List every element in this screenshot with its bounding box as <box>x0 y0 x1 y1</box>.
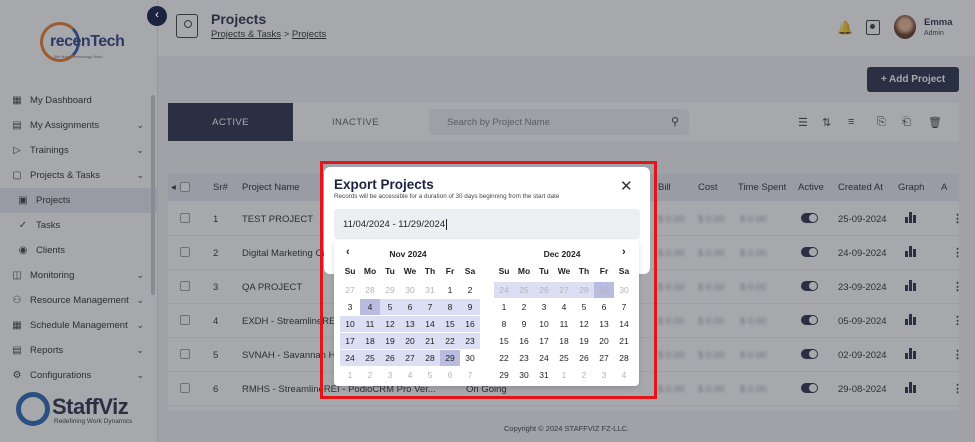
highlight-box <box>320 161 657 399</box>
collapse-sidebar-button[interactable]: ‹ <box>147 6 167 26</box>
